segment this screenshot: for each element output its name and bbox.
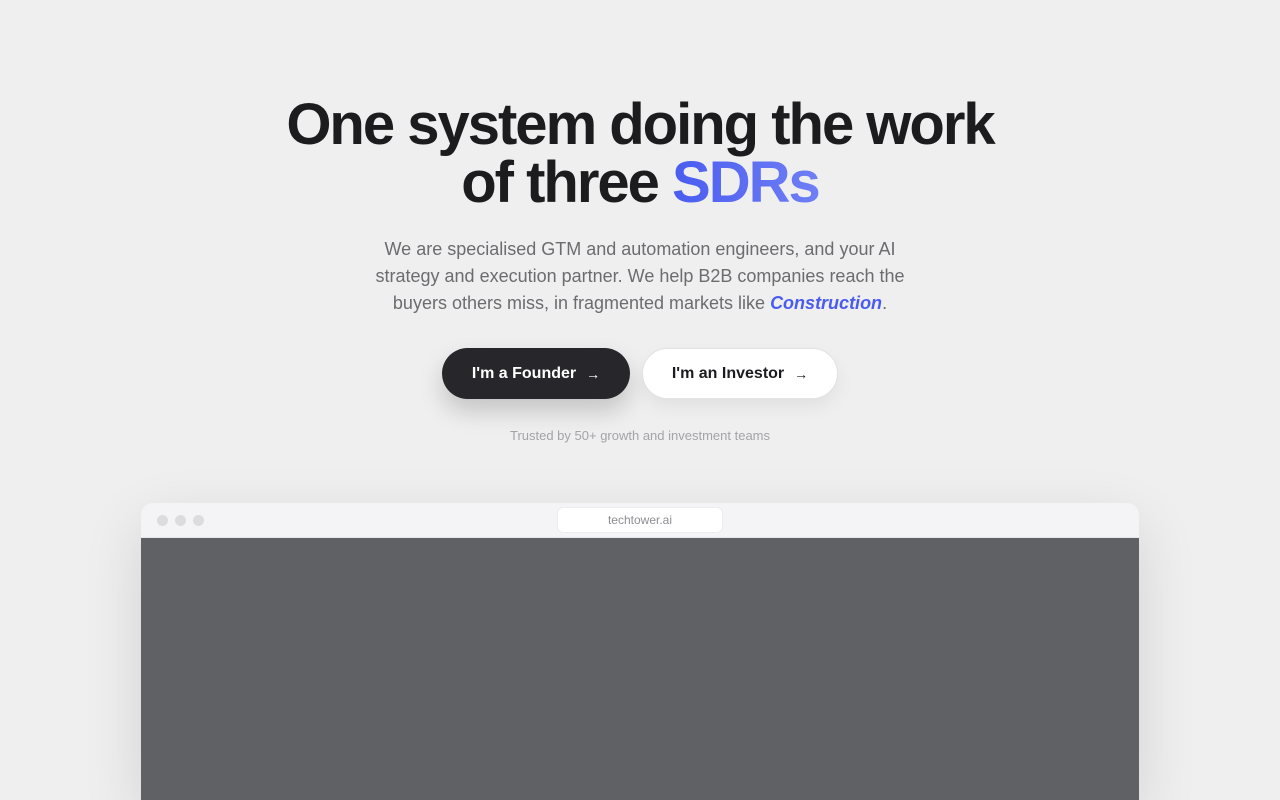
browser-toolbar: techtower.ai bbox=[141, 503, 1139, 538]
address-bar: techtower.ai bbox=[557, 507, 723, 533]
browser-preview: techtower.ai bbox=[141, 503, 1139, 800]
arrow-right-icon: → bbox=[794, 365, 809, 382]
trusted-by-text: Trusted by 50+ growth and investment tea… bbox=[509, 428, 770, 443]
headline-accent: SDRs bbox=[672, 150, 821, 215]
hero-subtitle: We are specialised GTM and automation en… bbox=[360, 236, 920, 317]
subtitle-highlight: Construction bbox=[770, 293, 883, 313]
investor-button[interactable]: I'm an Investor → bbox=[642, 348, 838, 399]
window-controls bbox=[157, 515, 204, 526]
arrow-right-icon: → bbox=[586, 365, 601, 382]
subtitle-end: . bbox=[882, 293, 888, 313]
page-title: One system doing the work of three SDRs bbox=[0, 96, 1280, 212]
headline-line-2: of three SDRs bbox=[0, 154, 1280, 212]
investor-button-label: I'm an Investor bbox=[671, 364, 785, 382]
window-dot-icon bbox=[193, 515, 204, 526]
browser-content bbox=[141, 538, 1139, 800]
window-dot-icon bbox=[175, 515, 186, 526]
headline-line-1: One system doing the work bbox=[286, 92, 995, 157]
founder-button[interactable]: I'm a Founder → bbox=[442, 348, 630, 399]
window-dot-icon bbox=[157, 515, 168, 526]
cta-row: I'm a Founder → I'm an Investor → bbox=[0, 348, 1280, 399]
founder-button-label: I'm a Founder bbox=[471, 364, 577, 382]
headline-prefix: of three bbox=[461, 150, 673, 215]
